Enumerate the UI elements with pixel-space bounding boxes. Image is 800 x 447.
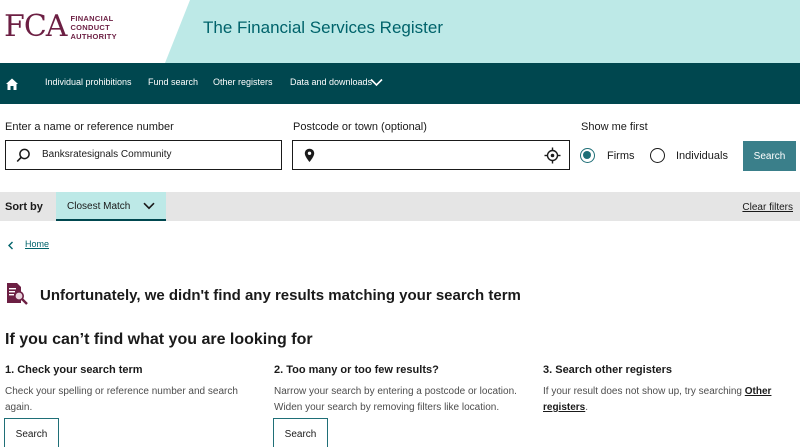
search-button[interactable]: Search	[743, 141, 796, 171]
radio-firms-label[interactable]: Firms	[607, 150, 635, 162]
site-title[interactable]: The Financial Services Register	[203, 18, 443, 38]
main-nav: Individual prohibitions Fund search Othe…	[0, 63, 800, 104]
radio-firms[interactable]	[580, 148, 595, 163]
help-col3-title: 3. Search other registers	[543, 364, 673, 376]
sort-by-label: Sort by	[5, 201, 43, 213]
postcode-label: Postcode or town (optional)	[293, 121, 427, 133]
nav-item-data-and-downloads[interactable]: Data and downloads	[290, 77, 372, 87]
nav-item-fund-search[interactable]: Fund search	[148, 77, 198, 87]
help-col2-text: Narrow your search by entering a postcod…	[274, 386, 517, 413]
name-search-input[interactable]: Banksratesignals Community	[5, 140, 282, 170]
nav-item-individual-prohibitions[interactable]: Individual prohibitions	[45, 77, 132, 87]
help-col1-search-button[interactable]: Search	[4, 418, 59, 447]
show-me-first-label: Show me first	[581, 121, 648, 133]
help-col2-title: 2. Too many or too few results?	[274, 364, 439, 376]
radio-individuals[interactable]	[650, 148, 665, 163]
help-col3-text: If your result does not show up, try sea…	[543, 386, 772, 413]
help-col2-search-button[interactable]: Search	[273, 418, 328, 447]
no-results-message: Unfortunately, we didn't find any result…	[40, 287, 521, 304]
sort-select-value: Closest Match	[67, 201, 131, 212]
logo-mark: FCA	[4, 9, 67, 44]
name-search-label: Enter a name or reference number	[5, 121, 174, 133]
nav-home-button[interactable]	[0, 63, 24, 104]
sort-select[interactable]: Closest Match	[56, 192, 166, 221]
name-search-value: Banksratesignals Community	[42, 149, 172, 160]
logo-wordmark: FINANCIAL CONDUCT AUTHORITY	[70, 13, 117, 41]
home-icon	[6, 78, 18, 90]
clear-filters-link[interactable]: Clear filters	[742, 202, 793, 213]
sort-bar: Sort by Closest Match Clear filters	[0, 192, 800, 221]
postcode-input[interactable]	[292, 140, 570, 170]
nav-item-other-registers[interactable]: Other registers	[213, 77, 273, 87]
chevron-down-icon[interactable]	[370, 78, 383, 87]
site-header: FCA FINANCIAL CONDUCT AUTHORITY The Fina…	[0, 0, 800, 63]
help-col1-title: 1. Check your search term	[5, 364, 143, 376]
breadcrumb-home[interactable]: Home	[25, 239, 49, 249]
fca-logo[interactable]: FCA FINANCIAL CONDUCT AUTHORITY	[4, 12, 117, 42]
crosshair-icon[interactable]	[544, 147, 561, 164]
chevron-down-icon	[143, 202, 155, 210]
search-icon	[16, 148, 30, 163]
help-col1-text: Check your spelling or reference number …	[5, 386, 238, 413]
document-search-icon	[7, 283, 28, 305]
chevron-left-icon	[8, 241, 13, 250]
radio-individuals-label[interactable]: Individuals	[676, 150, 728, 162]
help-heading: If you can’t find what you are looking f…	[5, 331, 313, 348]
location-pin-icon	[304, 148, 315, 162]
